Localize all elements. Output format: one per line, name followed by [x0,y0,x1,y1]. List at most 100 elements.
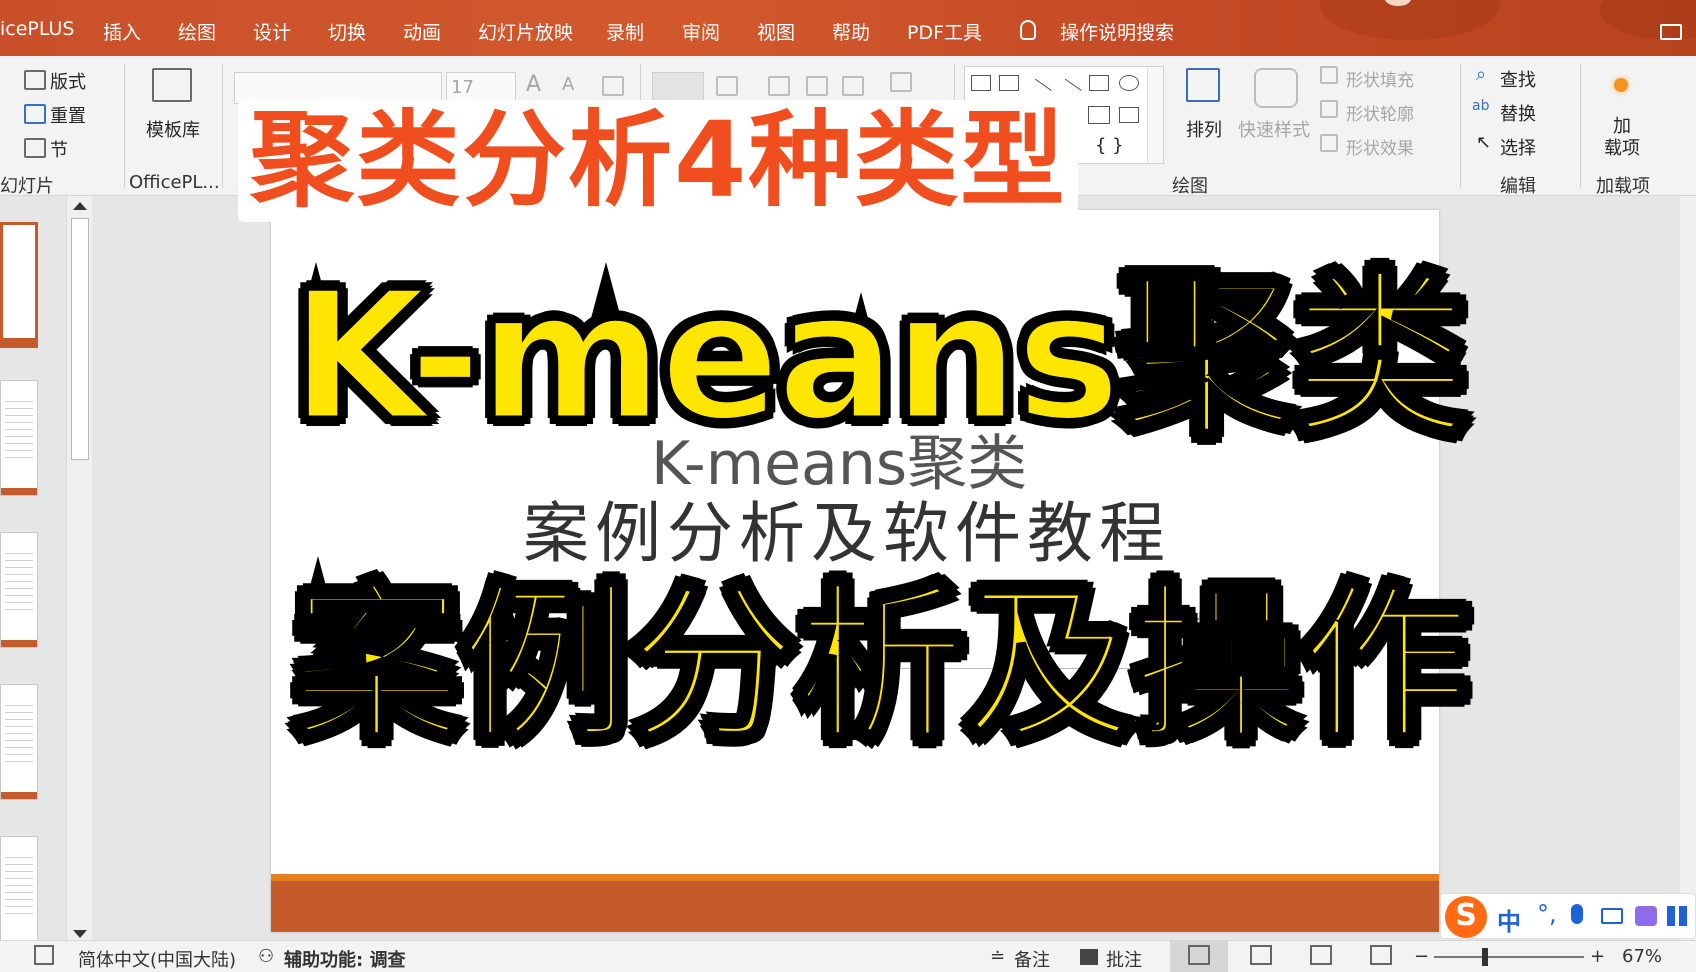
slide-thumbnail[interactable] [0,684,38,800]
select-button[interactable]: 选择 [1500,134,1536,160]
thumbnail-content [5,401,33,461]
thumbnail-scrollbar[interactable] [66,196,92,946]
shape-outline-icon [1320,100,1338,118]
numbering-icon[interactable] [716,76,738,96]
microphone-icon[interactable] [1571,904,1583,924]
vertical-textbox-shape-icon[interactable] [999,75,1019,91]
quick-styles-button[interactable]: 快速样式 [1238,116,1310,142]
reset-button[interactable]: 重置 [50,102,86,128]
sogou-logo-icon[interactable]: S [1445,896,1487,938]
tab-view[interactable]: 视图 [757,18,795,45]
normal-view-icon[interactable] [1188,945,1210,965]
ime-punctuation-toggle[interactable]: °, [1537,900,1557,928]
comments-button[interactable]: 批注 [1106,946,1142,972]
tab-slideshow[interactable]: 幻灯片放映 [478,18,573,45]
slide-sorter-icon[interactable] [1250,945,1272,965]
arrange-button[interactable]: 排列 [1186,116,1222,142]
tab-review[interactable]: 审阅 [682,18,720,45]
slide-thumbnail[interactable] [0,532,38,648]
slide-thumbnail[interactable] [0,222,38,348]
reading-view-icon[interactable] [1310,945,1332,965]
ime-language-toggle[interactable]: 中 [1497,902,1521,937]
tab-insert[interactable]: 插入 [103,18,141,45]
group-label-slides: 幻灯片 [0,176,54,197]
notes-button[interactable]: 备注 [1014,946,1050,972]
lightbulb-icon [1020,20,1036,40]
tab-design[interactable]: 设计 [253,18,291,45]
slide-footer-stripe [271,874,1439,881]
accessibility-status[interactable]: 辅助功能: 调查 [284,946,405,972]
slide-scrollbar[interactable] [1680,196,1696,940]
scroll-up-icon[interactable] [73,202,87,210]
tab-officeplus[interactable]: icePLUS [0,18,74,40]
decrease-indent-icon[interactable] [768,76,790,96]
group-separator [222,64,223,188]
thumbnail-content [5,553,33,613]
group-label-editing: 编辑 [1500,176,1536,197]
group-label-drawing: 绘图 [1172,176,1208,197]
zoom-level[interactable]: 67% [1622,946,1662,967]
text-direction-icon[interactable] [890,72,912,92]
shape-fill-button[interactable]: 形状填充 [1346,66,1414,91]
slideshow-view-icon[interactable] [1370,945,1392,965]
thumbnail-content [5,705,33,765]
template-library-button[interactable]: 模板库 [146,116,200,142]
shape-fill-icon [1320,66,1338,84]
line-spacing-icon[interactable] [842,76,864,96]
notes-icon: ≐ [990,946,1006,967]
section-icon [24,138,46,158]
slide-subtitle-text[interactable]: 案例分析及软件教程 [523,480,1171,576]
section-button[interactable]: 节 [50,136,68,162]
replace-button[interactable]: 替换 [1500,100,1536,126]
menu-bar: icePLUS 插入 绘图 设计 切换 动画 幻灯片放映 录制 审阅 视图 帮助… [0,0,1696,56]
shape-effects-button[interactable]: 形状效果 [1346,134,1414,159]
quick-styles-icon [1254,68,1298,108]
right-arrow-shape-icon[interactable] [1088,106,1110,124]
tell-me-search[interactable]: 操作说明搜索 [1060,18,1174,45]
shrink-font-icon[interactable]: A [562,74,574,95]
scrollbar-thumb[interactable] [71,218,89,460]
thumbnail-footer [1,640,37,647]
slide-thumbnail[interactable] [0,836,38,946]
tab-record[interactable]: 录制 [606,18,644,45]
toolbox-icon[interactable] [1667,906,1687,926]
tab-draw[interactable]: 绘图 [178,18,216,45]
zoom-in-icon[interactable]: + [1590,946,1605,967]
tab-animations[interactable]: 动画 [403,18,441,45]
template-library-icon [152,68,192,102]
language-status[interactable]: 简体中文(中国大陆) [78,946,236,972]
shape-outline-button[interactable]: 形状轮廓 [1346,100,1414,125]
zoom-out-icon[interactable]: − [1414,946,1429,967]
zoom-slider[interactable] [1434,956,1584,958]
font-size-value: 17 [451,77,474,98]
tab-pdf-tools[interactable]: PDF工具 [907,18,982,45]
grow-font-icon[interactable]: A [526,72,541,97]
clear-format-icon[interactable] [602,76,624,96]
layout-button[interactable]: 版式 [50,68,86,94]
tab-transitions[interactable]: 切换 [328,18,366,45]
thumbnail-footer [1,792,37,799]
scroll-down-icon[interactable] [73,930,87,938]
zoom-slider-knob[interactable] [1482,948,1488,966]
ime-toolbar[interactable]: S 中 °, [1440,893,1696,939]
skin-icon[interactable] [1635,906,1657,926]
spellcheck-icon[interactable] [34,945,54,965]
find-button[interactable]: 查找 [1500,66,1536,92]
group-separator [1460,64,1461,188]
rectangle-shape-icon[interactable] [1089,75,1109,91]
oval-shape-icon[interactable] [1119,75,1139,91]
increase-indent-icon[interactable] [806,76,828,96]
shape-effects-icon [1320,134,1338,152]
reset-icon [24,104,46,124]
textbox-shape-icon[interactable] [971,75,991,91]
group-separator [124,64,125,188]
tab-help[interactable]: 帮助 [832,18,870,45]
keyboard-icon[interactable] [1601,908,1623,924]
gallery-scroll[interactable] [1147,67,1163,163]
arrange-icon [1186,68,1220,102]
brace-shape-icon[interactable]: { } [1095,135,1124,156]
down-arrow-shape-icon[interactable] [1119,107,1139,123]
addins-button[interactable]: 加 载项 [1604,116,1640,160]
comments-icon[interactable] [1660,24,1682,40]
slide-thumbnail[interactable] [0,380,38,496]
